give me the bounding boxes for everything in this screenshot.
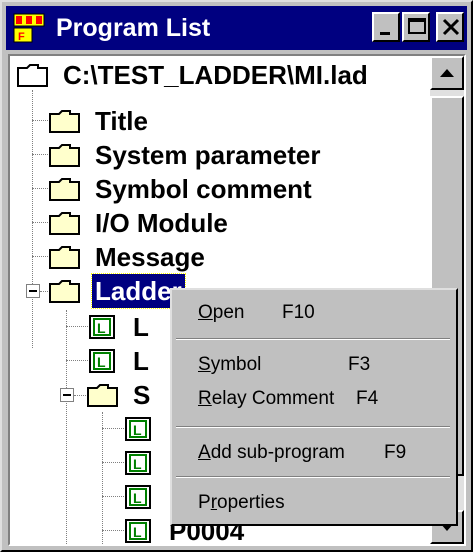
folder-icon [48, 278, 82, 304]
tree-node-label: Symbol comment [95, 174, 312, 204]
collapse-toggle[interactable] [26, 284, 40, 298]
menu-item-label: Symbol [198, 354, 262, 375]
tree-node-label: S [133, 380, 151, 410]
menu-separator [176, 338, 450, 340]
svg-text:L: L [97, 354, 106, 370]
tree-node-label: I/O Module [95, 208, 228, 238]
folder-icon [16, 62, 50, 88]
tree-node-root[interactable]: C:\TEST_LADDER\MI.lad [16, 58, 416, 92]
ladder-file-icon: L [86, 314, 120, 340]
tree-node-message[interactable]: Message [48, 240, 408, 274]
tree-node-label: Title [95, 106, 148, 136]
tree-connector [66, 310, 67, 544]
maximize-button[interactable] [402, 12, 430, 42]
menu-item-label: Properties [198, 492, 285, 513]
tree-node-sub-file[interactable]: L [122, 412, 172, 446]
collapse-toggle[interactable] [60, 388, 74, 402]
ladder-file-icon: L [122, 450, 156, 476]
tree-node-ladder-file[interactable]: L L [86, 344, 176, 378]
folder-icon [48, 210, 82, 236]
program-list-window: F Program List C:\TEST_LADDER\MI.lad Tit… [0, 0, 473, 552]
tree-node-sub-file[interactable]: L [122, 480, 172, 514]
folder-icon [48, 244, 82, 270]
tree-node-sub-folder[interactable]: S [86, 378, 176, 412]
menu-separator [176, 426, 450, 428]
tree-node-io-module[interactable]: I/O Module [48, 206, 408, 240]
ladder-file-icon: L [122, 484, 156, 510]
svg-text:L: L [133, 422, 142, 438]
context-menu: Open F10 Symbol F3 Relay Comment F4 Add … [170, 288, 458, 526]
minimize-icon [380, 32, 390, 35]
window-title: Program List [56, 14, 211, 42]
menu-item-shortcut: F10 [282, 302, 315, 323]
tree-connector [102, 530, 124, 531]
minimize-button[interactable] [372, 12, 400, 42]
tree-node-label: L [133, 346, 149, 376]
menu-item-open[interactable]: Open F10 [172, 296, 454, 330]
folder-icon [48, 108, 82, 134]
tree-connector [102, 462, 124, 463]
tree-node-ladder-file[interactable]: L L [86, 310, 176, 344]
ladder-file-icon: L [122, 416, 156, 442]
tree-node-system-parameter[interactable]: System parameter [48, 138, 408, 172]
tree-node-label: C:\TEST_LADDER\MI.lad [63, 60, 368, 90]
svg-text:L: L [133, 524, 142, 540]
ladder-file-icon: L [122, 518, 156, 544]
tree-node-title[interactable]: Title [48, 104, 408, 138]
ladder-file-icon: L [86, 348, 120, 374]
menu-separator [176, 476, 450, 478]
menu-item-shortcut: F9 [384, 442, 407, 463]
menu-item-properties[interactable]: Properties [172, 486, 454, 520]
close-button[interactable] [436, 12, 464, 42]
scroll-up-button[interactable] [430, 56, 464, 90]
maximize-icon [408, 18, 426, 34]
tree-connector [74, 395, 86, 396]
menu-item-label: Open [198, 302, 245, 323]
menu-item-add-sub-program[interactable]: Add sub-program F9 [172, 436, 454, 470]
menu-item-relay-comment[interactable]: Relay Comment F4 [172, 382, 454, 416]
menu-item-label: Add sub-program [198, 442, 345, 463]
folder-icon [48, 142, 82, 168]
folder-icon [48, 176, 82, 202]
tree-node-label: L [133, 312, 149, 342]
tree-node-sub-file[interactable]: L [122, 446, 172, 480]
svg-text:L: L [133, 456, 142, 472]
svg-text:L: L [133, 490, 142, 506]
tree-connector [102, 496, 124, 497]
menu-item-shortcut: F4 [356, 388, 379, 409]
folder-icon [86, 382, 120, 408]
tree-connector [66, 326, 88, 327]
program-list-icon: F [12, 12, 46, 44]
tree-connector [32, 90, 33, 348]
close-icon [442, 18, 460, 36]
tree-connector [102, 412, 103, 544]
arrow-up-icon [440, 69, 454, 77]
svg-text:F: F [18, 31, 25, 43]
title-bar[interactable]: F Program List [6, 6, 467, 50]
tree-node-symbol-comment[interactable]: Symbol comment [48, 172, 408, 206]
menu-item-shortcut: F3 [348, 354, 371, 375]
tree-node-label: System parameter [95, 140, 321, 170]
menu-item-label: Relay Comment [198, 388, 335, 409]
tree-node-label: Message [95, 242, 205, 272]
tree-connector [102, 428, 124, 429]
menu-item-symbol[interactable]: Symbol F3 [172, 348, 454, 382]
svg-text:L: L [97, 320, 106, 336]
tree-connector [66, 360, 88, 361]
